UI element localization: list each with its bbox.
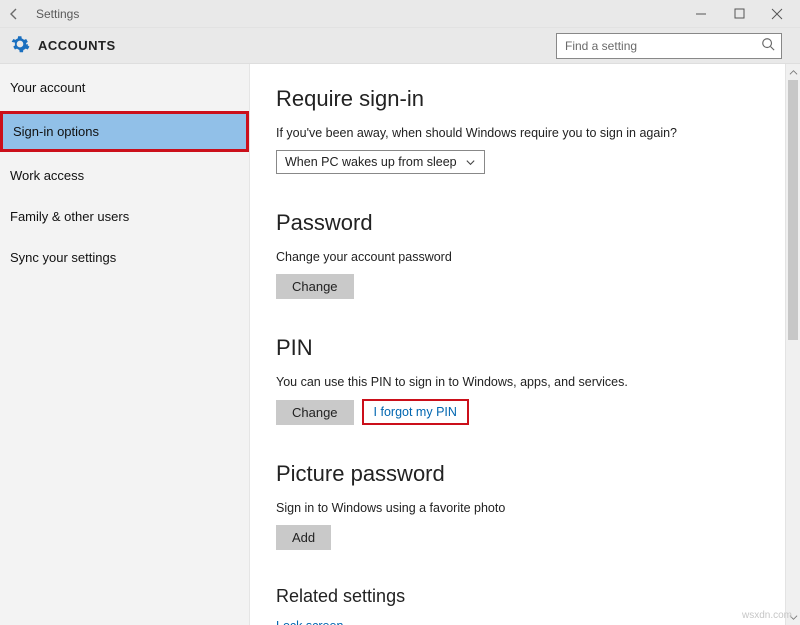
- header: ACCOUNTS: [0, 28, 800, 64]
- section-pin: PIN You can use this PIN to sign in to W…: [276, 335, 774, 425]
- section-title: Picture password: [276, 461, 774, 487]
- sidebar-item-work-access[interactable]: Work access: [0, 158, 249, 193]
- section-require-sign-in: Require sign-in If you've been away, whe…: [276, 86, 774, 174]
- vertical-scrollbar[interactable]: [785, 64, 800, 625]
- sidebar-item-sync-settings[interactable]: Sync your settings: [0, 240, 249, 275]
- section-password: Password Change your account password Ch…: [276, 210, 774, 299]
- search-input[interactable]: [565, 39, 761, 53]
- chevron-down-icon: [465, 157, 476, 168]
- section-title: PIN: [276, 335, 774, 361]
- section-desc: Sign in to Windows using a favorite phot…: [276, 501, 774, 515]
- category-title: ACCOUNTS: [38, 38, 116, 53]
- sidebar-item-your-account[interactable]: Your account: [0, 70, 249, 105]
- section-title: Require sign-in: [276, 86, 774, 112]
- dropdown-value: When PC wakes up from sleep: [285, 155, 457, 169]
- forgot-pin-link[interactable]: I forgot my PIN: [362, 399, 469, 425]
- titlebar: Settings: [0, 0, 800, 28]
- scroll-up-arrow[interactable]: [786, 64, 800, 80]
- scroll-track[interactable]: [786, 80, 800, 609]
- picture-add-button[interactable]: Add: [276, 525, 331, 550]
- sidebar-item-sign-in-options[interactable]: Sign-in options: [0, 111, 249, 152]
- close-button[interactable]: [758, 0, 796, 28]
- sidebar-item-family-other-users[interactable]: Family & other users: [0, 199, 249, 234]
- search-icon: [761, 37, 775, 54]
- pin-change-button[interactable]: Change: [276, 400, 354, 425]
- scroll-thumb[interactable]: [788, 80, 798, 340]
- lock-screen-link[interactable]: Lock screen: [276, 619, 774, 625]
- watermark: wsxdn.com: [742, 610, 792, 621]
- search-box[interactable]: [556, 33, 782, 59]
- section-desc: If you've been away, when should Windows…: [276, 126, 774, 140]
- sidebar: Your account Sign-in options Work access…: [0, 64, 250, 625]
- gear-icon: [10, 34, 30, 57]
- section-desc: You can use this PIN to sign in to Windo…: [276, 375, 774, 389]
- require-signin-dropdown[interactable]: When PC wakes up from sleep: [276, 150, 485, 174]
- section-title: Related settings: [276, 586, 774, 607]
- maximize-button[interactable]: [720, 0, 758, 28]
- section-title: Password: [276, 210, 774, 236]
- section-related-settings: Related settings Lock screen: [276, 586, 774, 625]
- back-button[interactable]: [6, 6, 22, 22]
- window-title: Settings: [36, 7, 79, 21]
- section-picture-password: Picture password Sign in to Windows usin…: [276, 461, 774, 550]
- minimize-button[interactable]: [682, 0, 720, 28]
- main-content: Require sign-in If you've been away, whe…: [250, 64, 800, 625]
- password-change-button[interactable]: Change: [276, 274, 354, 299]
- section-desc: Change your account password: [276, 250, 774, 264]
